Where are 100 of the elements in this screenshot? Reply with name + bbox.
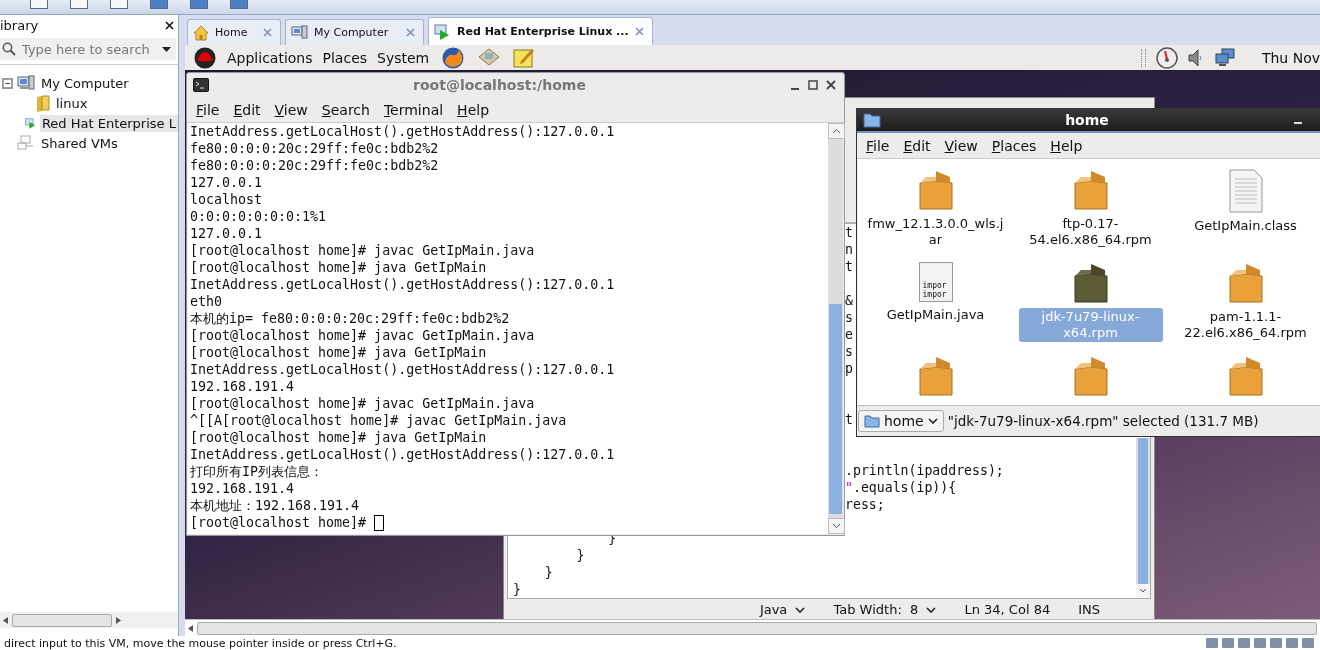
menu-item[interactable]: View xyxy=(944,137,978,154)
terminal-line: eth0 xyxy=(190,293,223,310)
tree-item[interactable]: linux xyxy=(54,94,90,112)
terminal-line: InetAddress.getLocalHost().getHostAddress():127.0.0.1 xyxy=(190,123,615,140)
menu-item[interactable]: Places xyxy=(991,137,1037,154)
package-icon[interactable] xyxy=(1072,262,1109,304)
menu-item[interactable]: Edit xyxy=(233,101,261,118)
horizontal-scrollbar[interactable] xyxy=(0,612,178,628)
globe-icon[interactable] xyxy=(441,45,466,70)
folder-icon xyxy=(863,112,881,128)
terminal-line: 192.168.191.4 xyxy=(190,378,295,395)
window-title: home xyxy=(1064,112,1110,128)
menu-item[interactable]: Terminal xyxy=(383,101,444,118)
panel-menu[interactable]: Places xyxy=(322,49,368,66)
menu-item[interactable]: File xyxy=(866,137,890,154)
tree-item[interactable]: My Computer xyxy=(39,74,131,92)
close-icon[interactable] xyxy=(826,80,836,90)
caret-icon[interactable] xyxy=(162,46,171,52)
shared-vms-icon xyxy=(17,135,35,151)
terminal-line: 0:0:0:0:0:0:0:1%1 xyxy=(190,208,327,225)
code-line: s xyxy=(845,310,853,325)
terminal-line: 本机的ip= fe80:0:0:0:20c:29ff:fe0c:bdb2%2 xyxy=(190,310,510,327)
terminal-line: InetAddress.getLocalHost().getHostAddress():127.0.0.1 xyxy=(190,361,615,378)
terminal-line: InetAddress.getLocalHost().getHostAddress():127.0.0.1 xyxy=(190,446,615,463)
folder-icon xyxy=(36,94,50,112)
code-line: } xyxy=(543,565,553,580)
scroll-up-icon[interactable] xyxy=(828,123,845,139)
scroll-left-icon[interactable] xyxy=(3,616,8,624)
panel-menu[interactable]: System xyxy=(377,49,430,66)
folder-icon xyxy=(864,414,880,428)
tree-item[interactable]: Shared VMs xyxy=(39,134,120,152)
terminal-line: 192.168.191.4 xyxy=(190,480,295,497)
horizontal-scrollbar[interactable] xyxy=(185,619,1320,636)
search-icon xyxy=(2,42,16,56)
computer-icon xyxy=(291,25,308,40)
terminal-line: fe80:0:0:0:20c:29ff:fe0c:bdb2%2 xyxy=(190,157,439,174)
source-file-icon[interactable]: impor impor xyxy=(918,262,953,302)
toolbar-icon[interactable] xyxy=(110,0,128,9)
menu-item[interactable]: Search xyxy=(321,101,370,118)
file-name[interactable]: fmw_12.1.3.0.0_wls.jar xyxy=(863,215,1008,249)
tab[interactable]: My Computer xyxy=(285,19,424,45)
vertical-scrollbar[interactable] xyxy=(828,123,843,534)
terminal-line: InetAddress.getLocalHost().getHostAddress():127.0.0.1 xyxy=(190,276,615,293)
terminal-line: 127.0.0.1 xyxy=(190,225,263,242)
code-line: t xyxy=(845,412,853,427)
chevron-icon xyxy=(795,606,806,613)
code-line: ".equals(ip)){ xyxy=(845,480,957,495)
code-line: s xyxy=(845,344,853,359)
toolbar-icon[interactable] xyxy=(70,0,88,9)
close-icon[interactable] xyxy=(165,20,174,30)
terminal-line: [root@localhost home]# xyxy=(190,514,368,531)
location-dropdown[interactable]: home xyxy=(858,410,944,432)
terminal-line: [root@localhost home]# javac GetIpMain.java xyxy=(190,242,535,259)
menu-item[interactable]: View xyxy=(274,101,308,118)
code-line: ress; xyxy=(845,497,885,512)
menu-item[interactable]: Edit xyxy=(903,137,931,154)
search-field[interactable]: Type here to search xyxy=(0,38,176,60)
network-icon[interactable] xyxy=(1213,47,1236,68)
toolbar-icon[interactable] xyxy=(30,0,48,9)
clock[interactable]: Thu Nov xyxy=(1261,49,1320,66)
code-line: .println(ipaddress); xyxy=(845,463,1004,478)
collapse-toggle[interactable] xyxy=(2,77,13,89)
scroll-down-icon[interactable] xyxy=(1136,584,1150,598)
speaker-icon[interactable] xyxy=(1187,48,1204,67)
code-line: & xyxy=(845,293,853,308)
scroll-left-icon[interactable] xyxy=(188,624,193,632)
scroll-right-icon[interactable] xyxy=(116,616,121,624)
code-line: p xyxy=(845,361,853,376)
terminal-line: [root@localhost home]# java GetIpMain xyxy=(190,429,487,446)
note-pencil-icon[interactable] xyxy=(513,46,536,69)
file-name[interactable]: ftp-0.17-54.el6.x86_64.rpm xyxy=(1018,215,1163,249)
code-line: e xyxy=(845,327,853,342)
file-name[interactable]: pam-1.1.1-22.el6.x86_64.rpm xyxy=(1173,308,1318,342)
terminal-line: [root@localhost home]# java GetIpMain xyxy=(190,259,487,276)
tab[interactable]: Red Hat Enterprise Linux ... xyxy=(428,17,653,45)
terminal-line: [root@localhost home]# java GetIpMain xyxy=(190,344,487,361)
computer-icon xyxy=(17,75,35,91)
menu-item[interactable]: File xyxy=(196,101,220,118)
status-text: Ln 34, Col 84 xyxy=(963,602,1052,617)
scroll-down-icon[interactable] xyxy=(828,518,845,534)
vm-play-icon xyxy=(434,23,451,40)
status-dropdown[interactable]: Java xyxy=(745,602,820,617)
panel-menu[interactable]: Applications xyxy=(227,49,313,66)
menu-item[interactable]: Help xyxy=(457,101,490,118)
chevron-icon xyxy=(927,418,938,424)
terminal-line: [root@localhost home]# javac GetIpMain.java xyxy=(190,395,535,412)
file-name[interactable]: GetIpMain.java xyxy=(863,306,1008,324)
file-name[interactable]: GetIpMain.class xyxy=(1173,217,1318,235)
gauge-icon[interactable] xyxy=(1155,46,1178,69)
code-line: n xyxy=(845,242,853,257)
panel-title: ibrary xyxy=(0,17,39,33)
document-icon[interactable] xyxy=(1227,169,1264,213)
menu-item[interactable]: Help xyxy=(1050,137,1083,154)
status-dropdown[interactable]: Tab Width: 8 xyxy=(819,602,951,617)
terminal-line: 127.0.0.1 xyxy=(190,174,263,191)
maximize-icon[interactable] xyxy=(808,80,818,90)
vertical-scrollbar[interactable] xyxy=(1136,438,1150,598)
selection-status: "jdk-7u79-linux-x64.rpm" selected (131.7 MB) xyxy=(947,413,1259,429)
tab[interactable]: Home xyxy=(187,19,281,45)
tree-item[interactable]: Red Hat Enterprise L xyxy=(39,114,178,132)
